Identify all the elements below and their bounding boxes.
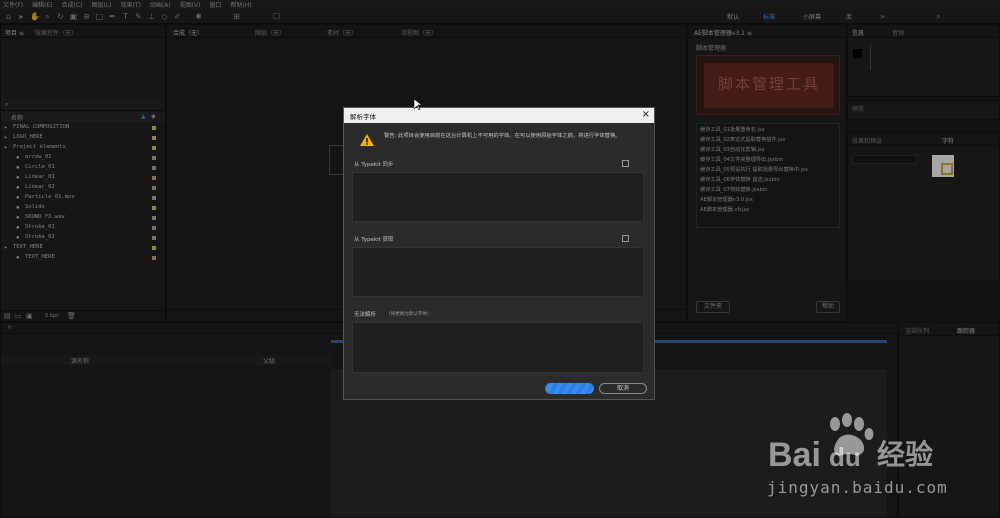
mouse-cursor-icon — [414, 99, 422, 111]
dialog-titlebar: 解析字体 × — [344, 108, 654, 123]
svg-text:du: du — [829, 442, 861, 472]
cancel-button[interactable]: 取消 — [599, 383, 647, 394]
watermark-url: jingyan.baidu.com — [767, 478, 948, 497]
unresolved-list[interactable] — [352, 322, 644, 373]
close-icon[interactable]: × — [642, 109, 650, 120]
dialog-title: 解析字体 — [350, 113, 376, 121]
unresolved-note: (将更换为默认字体) — [389, 312, 429, 317]
typekit-get-checkbox[interactable] — [622, 235, 629, 242]
typekit-get-label: 从 Typekit 获取 — [354, 237, 394, 243]
typekit-sync-checkbox[interactable] — [622, 160, 629, 167]
svg-text:经验: 经验 — [877, 438, 933, 471]
typekit-sync-list[interactable] — [352, 172, 644, 222]
warning-icon — [360, 134, 374, 146]
typekit-sync-label: 从 Typekit 同步 — [354, 162, 394, 168]
unresolved-label: 无法解析 — [354, 312, 377, 318]
resolve-fonts-dialog: 解析字体 × 警告: 此项目会使用目前在这台计算机上不可用的字体。在可以使用原始… — [343, 107, 655, 400]
svg-text:Bai: Bai — [768, 436, 821, 474]
baidu-jingyan-watermark: Bai du 经验 jingyan.baidu.com — [765, 408, 955, 503]
warning-text: 警告: 此项目会使用目前在这台计算机上不可用的字体。在可以使用原始字体之前，将进… — [384, 133, 621, 139]
ok-button[interactable] — [545, 383, 594, 394]
typekit-get-list[interactable] — [352, 247, 644, 297]
